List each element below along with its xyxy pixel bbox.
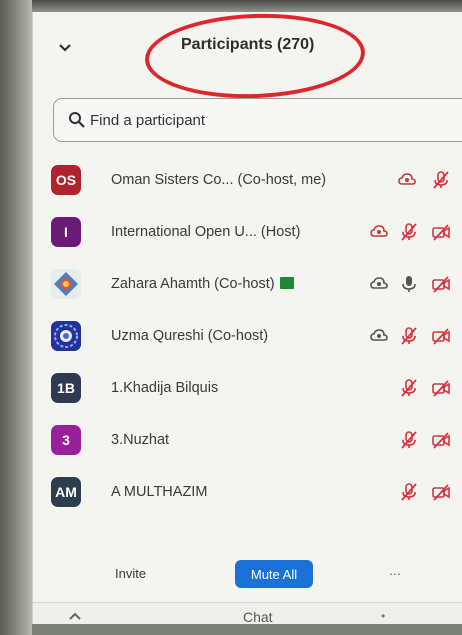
invite-button[interactable]: Invite — [115, 566, 146, 581]
mic-muted-icon[interactable] — [399, 482, 419, 502]
cloud-icon — [370, 329, 388, 341]
red-circle-annotation — [143, 10, 367, 102]
participant-name-text: Zahara Ahamth (Co-host) — [111, 276, 275, 292]
panel-header: Participants (270) — [33, 10, 462, 102]
mic-muted-icon[interactable] — [399, 378, 419, 398]
mic-icon[interactable] — [399, 274, 419, 294]
participant-row[interactable]: AM A MULTHAZIM — [33, 466, 462, 518]
participant-name: A MULTHAZIM — [111, 484, 208, 500]
screen-share-badge — [279, 277, 294, 289]
participant-row[interactable]: OS Oman Sisters Co... (Co-host, me) — [33, 154, 462, 206]
avatar — [51, 321, 81, 351]
chat-options-icon[interactable]: • — [381, 609, 385, 623]
cloud-icon — [398, 173, 416, 185]
avatar: OS — [51, 165, 81, 195]
avatar: AM — [51, 477, 81, 507]
participant-row[interactable]: Uzma Qureshi (Co-host) — [33, 310, 462, 362]
participant-row[interactable]: 1B 1.Khadija Bilquis — [33, 362, 462, 414]
video-off-icon[interactable] — [431, 222, 451, 242]
participant-name: Oman Sisters Co... (Co-host, me) — [111, 172, 327, 188]
participant-row[interactable]: Zahara Ahamth (Co-host) — [33, 258, 462, 310]
cloud-icon — [370, 225, 388, 237]
chat-tab[interactable]: Chat — [243, 609, 273, 625]
chevron-down-icon[interactable] — [55, 40, 75, 56]
avatar-photo — [51, 269, 81, 299]
mic-muted-icon[interactable] — [399, 430, 419, 450]
search-box[interactable] — [53, 98, 462, 142]
video-off-icon[interactable] — [431, 326, 451, 346]
mic-muted-icon[interactable] — [399, 222, 419, 242]
participant-row[interactable]: I International Open U... (Host) — [33, 206, 462, 258]
chat-bar: Chat • — [33, 602, 462, 625]
avatar: I — [51, 217, 81, 247]
more-options-button[interactable]: ... — [389, 562, 401, 578]
search-icon — [69, 112, 85, 128]
avatar: 3 — [51, 425, 81, 455]
participant-name: International Open U... (Host) — [111, 224, 301, 240]
participants-panel: Participants (270) OS Oman Sisters Co...… — [32, 10, 462, 625]
participant-row[interactable]: 3 3.Nuzhat — [33, 414, 462, 466]
device-bezel-left — [0, 0, 32, 635]
chevron-up-icon[interactable] — [69, 611, 81, 621]
participant-name: 1.Khadija Bilquis — [111, 380, 219, 396]
avatar: 1B — [51, 373, 81, 403]
mute-all-button[interactable]: Mute All — [235, 560, 313, 588]
avatar — [51, 269, 81, 299]
participant-name: 3.Nuzhat — [111, 432, 170, 448]
video-off-icon[interactable] — [431, 482, 451, 502]
cloud-icon — [370, 277, 388, 289]
mic-muted-icon[interactable] — [399, 326, 419, 346]
mic-muted-icon[interactable] — [431, 170, 451, 190]
participant-name: Zahara Ahamth (Co-host) — [111, 276, 294, 292]
video-off-icon[interactable] — [431, 378, 451, 398]
participant-list: OS Oman Sisters Co... (Co-host, me) I In… — [33, 154, 462, 518]
panel-footer: Invite Mute All ... — [33, 556, 462, 596]
participant-name: Uzma Qureshi (Co-host) — [111, 328, 269, 344]
avatar-pattern — [51, 321, 81, 351]
video-off-icon[interactable] — [431, 430, 451, 450]
video-off-icon[interactable] — [431, 274, 451, 294]
search-input[interactable] — [90, 111, 390, 129]
